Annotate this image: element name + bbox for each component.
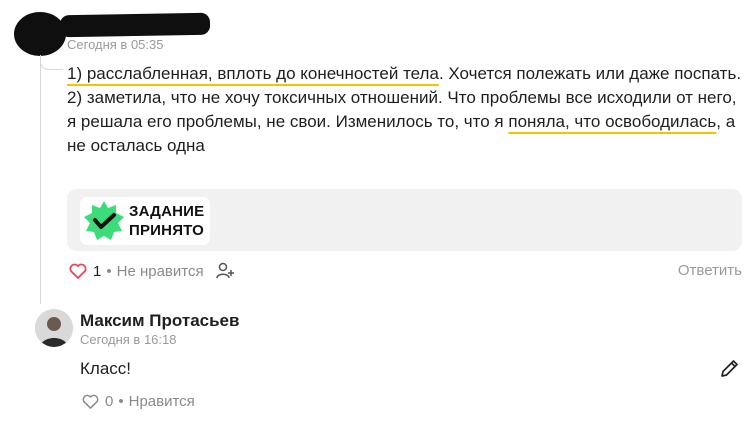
reply-text: Класс! <box>80 359 131 378</box>
comment-text: . Хочется полежать или даже поспать. <box>438 64 742 83</box>
avatar[interactable] <box>35 309 73 347</box>
thread-connector <box>40 55 63 70</box>
comment-body: 1) расслабленная, вплоть до конечностей … <box>67 62 747 158</box>
check-badge-icon <box>84 201 124 240</box>
task-accepted-label: ЗАДАНИЕ ПРИНЯТО <box>129 202 204 240</box>
comment-paragraph-2: 2) заметила, что не хочу токсичных отнош… <box>67 86 747 158</box>
comment-timestamp: Сегодня в 05:35 <box>67 37 164 52</box>
avatar-image <box>35 309 73 347</box>
highlighted-text: 1) расслабленная, вплоть до конечностей … <box>67 64 439 83</box>
add-user-icon[interactable] <box>215 262 236 280</box>
highlighted-text: поняла, что освободилась <box>508 112 717 131</box>
dislike-button[interactable]: Не нравится <box>117 263 204 280</box>
redacted-avatar <box>14 12 66 56</box>
task-accepted-badge: ЗАДАНИЕ ПРИНЯТО <box>80 197 211 245</box>
comment-actions: 1 • Не нравится <box>69 262 236 280</box>
like-count: 0 <box>105 393 114 410</box>
redacted-author-name <box>59 12 211 38</box>
comment-paragraph-1: 1) расслабленная, вплоть до конечностей … <box>67 62 747 86</box>
heart-icon[interactable] <box>69 263 87 279</box>
separator-dot: • <box>106 262 112 280</box>
reply-actions: 0 • Нравится <box>82 393 195 410</box>
edit-icon[interactable] <box>718 358 740 380</box>
heart-icon[interactable] <box>82 394 99 409</box>
like-count: 1 <box>93 262 102 280</box>
task-status-card: ЗАДАНИЕ ПРИНЯТО <box>67 189 742 251</box>
task-label-line2: ПРИНЯТО <box>129 222 205 239</box>
reply-timestamp: Сегодня в 16:18 <box>80 332 177 347</box>
separator-dot: • <box>118 393 124 410</box>
task-label-line1: ЗАДАНИЕ <box>129 203 205 220</box>
like-button[interactable]: Нравится <box>129 393 195 410</box>
reply-button[interactable]: Ответить <box>678 262 742 279</box>
thread-line <box>40 56 41 304</box>
reply-author-name[interactable]: Максим Протасьев <box>80 311 239 331</box>
